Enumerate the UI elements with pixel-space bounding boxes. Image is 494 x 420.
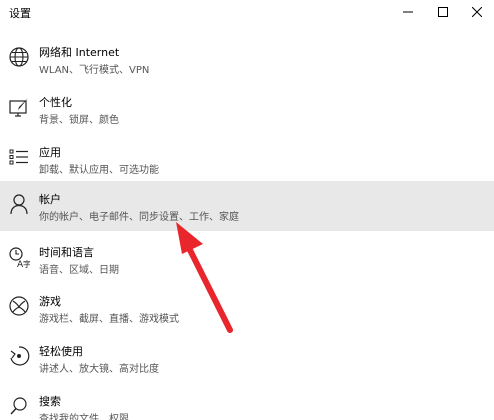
- title-bar: 设置: [0, 0, 494, 28]
- personalization-icon: [9, 98, 28, 117]
- maximize-icon: [438, 7, 448, 17]
- close-icon: [472, 7, 482, 17]
- close-button[interactable]: [459, 0, 494, 24]
- item-description: 游戏栏、截屏、直播、游戏模式: [39, 314, 179, 325]
- item-title: 搜索: [39, 395, 61, 408]
- window-title: 设置: [9, 7, 31, 20]
- item-description: 卸载、默认应用、可选功能: [39, 165, 159, 176]
- maximize-button[interactable]: [425, 0, 461, 24]
- apps-list-icon: [9, 149, 28, 165]
- item-title: 轻松使用: [39, 345, 83, 358]
- settings-item-accounts[interactable]: 帐户 你的帐户、电子邮件、同步设置、工作、家庭: [0, 181, 494, 231]
- item-title: 应用: [39, 146, 61, 159]
- item-title: 游戏: [39, 295, 61, 308]
- xbox-icon: [9, 296, 29, 316]
- item-description: 你的帐户、电子邮件、同步设置、工作、家庭: [39, 212, 239, 223]
- item-title: 时间和语言: [39, 246, 94, 259]
- item-title: 帐户: [39, 193, 61, 206]
- settings-item-gaming[interactable]: 游戏 游戏栏、截屏、直播、游戏模式: [0, 283, 494, 333]
- minimize-button[interactable]: [390, 0, 426, 24]
- settings-item-network[interactable]: 网络和 Internet WLAN、飞行模式、VPN: [0, 34, 494, 84]
- item-description: WLAN、飞行模式、VPN: [39, 65, 150, 76]
- item-description: 语音、区域、日期: [39, 265, 119, 276]
- search-icon: [10, 397, 27, 415]
- item-title: 个性化: [39, 96, 72, 109]
- settings-item-apps[interactable]: 应用 卸载、默认应用、可选功能: [0, 134, 494, 184]
- minimize-icon: [403, 11, 413, 13]
- svg-text:字: 字: [23, 259, 30, 268]
- person-icon: [10, 194, 28, 215]
- settings-item-search[interactable]: 搜索 查找我的文件、权限: [0, 383, 494, 420]
- ease-of-access-icon: [10, 346, 30, 366]
- settings-item-time-language[interactable]: A 字 时间和语言 语音、区域、日期: [0, 234, 494, 284]
- item-title: 网络和 Internet: [39, 46, 120, 59]
- time-language-icon: A 字: [9, 247, 30, 268]
- settings-item-ease-of-access[interactable]: 轻松使用 讲述人、放大镜、高对比度: [0, 333, 494, 383]
- item-description: 讲述人、放大镜、高对比度: [39, 364, 159, 375]
- globe-icon: [9, 47, 29, 67]
- settings-item-personalization[interactable]: 个性化 背景、锁屏、颜色: [0, 84, 494, 134]
- item-description: 查找我的文件、权限: [39, 414, 129, 420]
- item-description: 背景、锁屏、颜色: [39, 115, 119, 126]
